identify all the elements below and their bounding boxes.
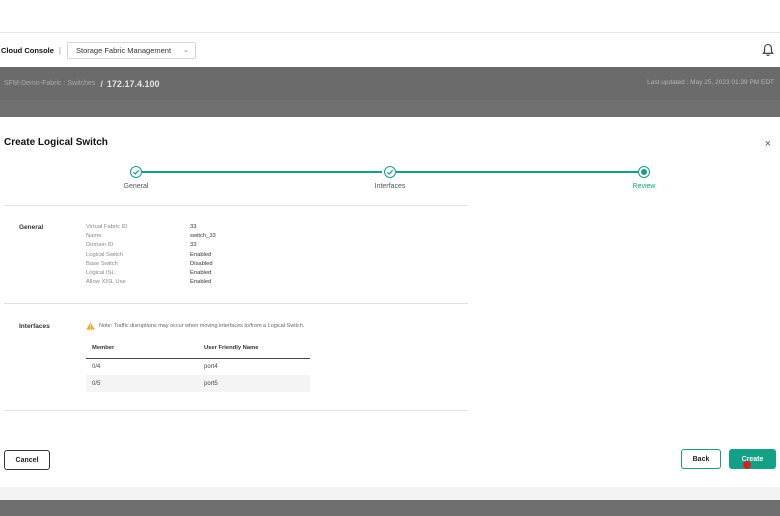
breadcrumb-separator: / (100, 78, 103, 89)
back-button[interactable]: Back (681, 449, 721, 469)
field-value: Disabled (190, 260, 213, 267)
field-key: Base Switch (86, 260, 118, 267)
table-row[interactable]: 0/4 port4 (86, 358, 310, 375)
chevron-down-icon: ⌄ (183, 47, 189, 54)
modal-backdrop (0, 100, 780, 117)
current-step-dot (641, 169, 647, 175)
module-select[interactable]: Storage Fabric Management ⌄ (67, 41, 196, 59)
step-general-label: General (123, 183, 149, 190)
breadcrumb-parent[interactable]: SFM-Demo-Fabric : Switches (0, 80, 95, 87)
app-header: Cloud Console | Storage Fabric Managemen… (0, 33, 780, 67)
section-divider (4, 303, 468, 304)
step-general-check-icon[interactable] (130, 166, 142, 178)
warning-icon (86, 322, 95, 330)
stepper-connector (142, 171, 382, 173)
last-updated-text: Last updated : May 25, 2023 01:39 PM EDT (647, 79, 774, 86)
browser-top-strip (0, 0, 780, 33)
traffic-warning: Note: Traffic disruptions may occur when… (86, 322, 304, 330)
section-divider (4, 205, 468, 206)
page-header: SFM-Demo-Fabric : Switches / 172.17.4.10… (0, 67, 780, 100)
close-icon[interactable]: × (765, 138, 771, 150)
general-field-keys: Virtual Fabric ID Name Domain ID Logical… (86, 223, 127, 287)
friendly-name-cell: port4 (204, 363, 218, 370)
field-value: 33 (190, 242, 197, 249)
mouse-cursor-indicator (743, 461, 751, 469)
step-review-current-icon[interactable] (638, 166, 650, 178)
step-interfaces-check-icon[interactable] (384, 166, 396, 178)
field-key: Virtual Fabric ID (86, 224, 128, 230)
check-icon (386, 169, 394, 175)
cancel-button[interactable]: Cancel (4, 450, 50, 470)
dialog-title: Create Logical Switch (4, 137, 108, 148)
interfaces-table: Member User Friendly Name 0/4 port4 0/5 … (86, 338, 310, 392)
column-header-user-friendly-name[interactable]: User Friendly Name (198, 338, 310, 359)
table-row[interactable]: 0/5 port5 (86, 375, 310, 392)
field-key: Name (86, 233, 102, 240)
field-value: Enabled (190, 279, 212, 286)
create-logical-switch-dialog: Create Logical Switch × General Interfac… (0, 117, 780, 487)
warning-text: Note: Traffic disruptions may occur when… (99, 323, 305, 329)
field-value: Enabled (190, 251, 212, 258)
friendly-name-cell: port5 (198, 375, 310, 392)
bell-icon[interactable] (762, 43, 774, 57)
field-value: 33 (190, 224, 197, 230)
field-key: Logical Switch (86, 251, 124, 258)
step-review-label: Review (632, 183, 656, 190)
field-key: Allow XISL Use (86, 279, 126, 286)
create-button[interactable]: Create (729, 449, 776, 469)
page-footer-strip (0, 487, 780, 500)
general-section-label: General (19, 224, 44, 231)
field-value: Enabled (190, 270, 212, 277)
stepper-connector (396, 171, 638, 173)
field-key: Logical ISL (86, 270, 115, 277)
step-interfaces-label: Interfaces (374, 183, 406, 190)
module-select-value: Storage Fabric Management (76, 45, 172, 55)
member-cell: 0/4 (92, 363, 101, 370)
field-value: switch_33 (190, 233, 216, 240)
general-field-values: 33 switch_33 33 Enabled Disabled Enabled… (190, 223, 216, 287)
app-name[interactable]: Cloud Console (0, 46, 54, 55)
interfaces-section-label: Interfaces (19, 323, 50, 330)
member-cell: 0/5 (86, 375, 198, 392)
column-header-member[interactable]: Member (86, 338, 198, 359)
section-divider (4, 410, 468, 411)
page-bottom-backdrop (0, 500, 780, 516)
breadcrumb-current: 172.17.4.100 (106, 78, 160, 89)
app-separator: | (58, 45, 61, 55)
table-header-row: Member User Friendly Name (86, 338, 310, 359)
check-icon (132, 169, 140, 175)
field-key: Domain ID (86, 242, 114, 249)
